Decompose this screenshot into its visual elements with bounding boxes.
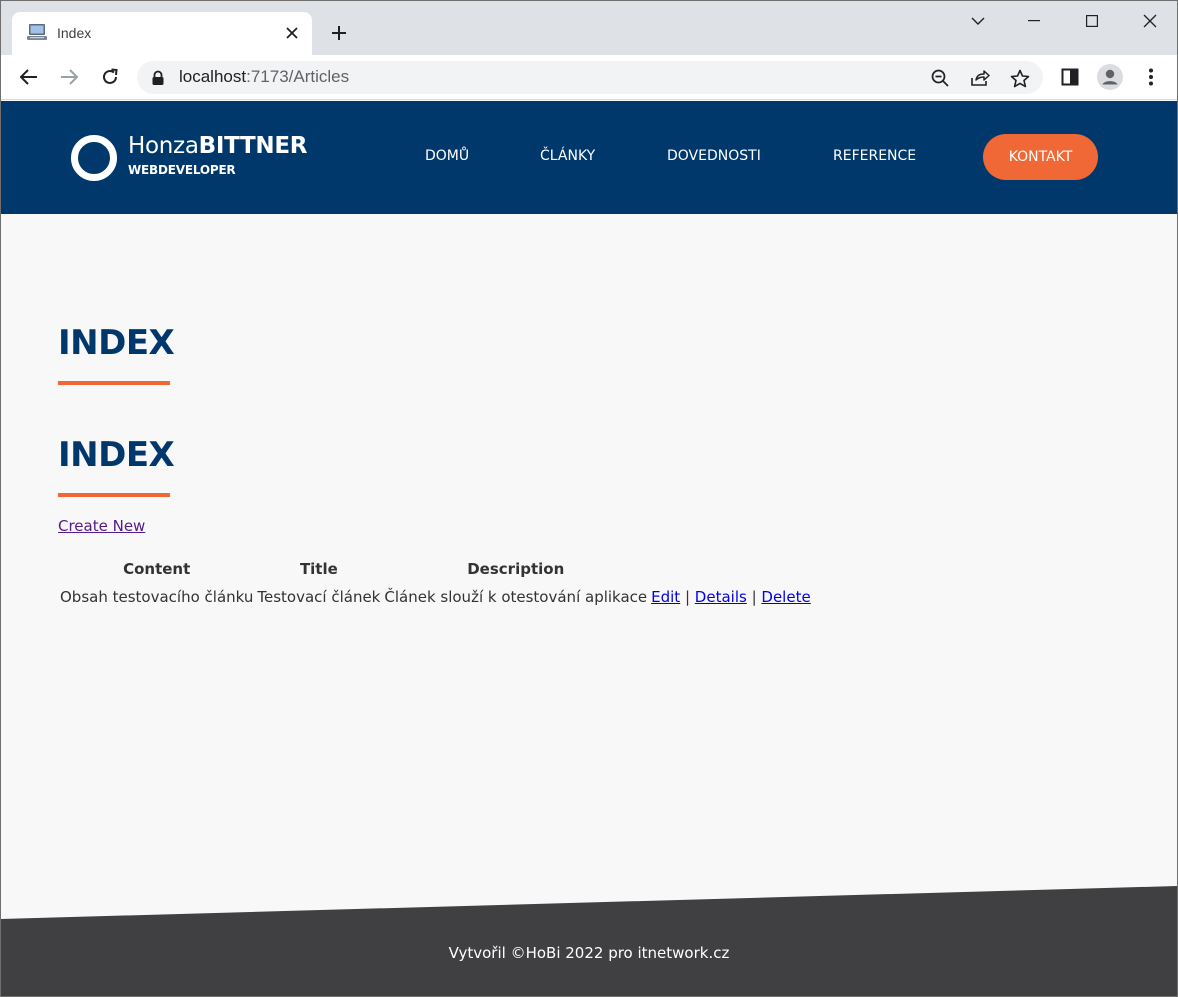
create-new-link[interactable]: Create New bbox=[58, 517, 145, 535]
side-panel-icon[interactable] bbox=[1057, 64, 1083, 90]
details-link[interactable]: Details bbox=[695, 588, 747, 606]
bookmark-star-icon[interactable] bbox=[1009, 67, 1031, 89]
nav-articles[interactable]: ČLÁNKY bbox=[540, 148, 595, 164]
url-text[interactable]: localhost:7173/Articles bbox=[179, 67, 349, 87]
heading-underline bbox=[58, 493, 170, 497]
section-title: INDEX bbox=[58, 435, 175, 475]
close-tab-icon[interactable] bbox=[282, 23, 302, 43]
column-header-title: Title bbox=[299, 560, 338, 578]
computer-icon bbox=[27, 23, 47, 41]
browser-tab[interactable]: Index bbox=[12, 12, 312, 55]
tab-strip: Index bbox=[1, 1, 1177, 55]
footer-background bbox=[1, 886, 1177, 996]
logo-subtitle: WEBDEVELOPER bbox=[128, 163, 236, 177]
column-header-content: Content bbox=[123, 560, 191, 578]
table-row: Obsah testovacího článku Testovací článe… bbox=[58, 582, 813, 612]
nav-home[interactable]: DOMŮ bbox=[425, 148, 469, 164]
main-content: INDEX INDEX Create New Content Title Des… bbox=[1, 214, 1177, 914]
contact-button[interactable]: KONTAKT bbox=[983, 134, 1098, 180]
nav-reference[interactable]: REFERENCE bbox=[833, 148, 916, 164]
edit-link[interactable]: Edit bbox=[651, 588, 680, 606]
page-title: INDEX bbox=[58, 323, 175, 363]
nav-skills[interactable]: DOVEDNOSTI bbox=[667, 148, 761, 164]
menu-dots-icon[interactable] bbox=[1138, 64, 1164, 90]
share-icon[interactable] bbox=[969, 67, 991, 89]
maximize-icon[interactable] bbox=[1077, 7, 1107, 35]
logo-ring-icon[interactable] bbox=[71, 135, 117, 181]
tab-title: Index bbox=[57, 25, 92, 41]
cell-actions: Edit | Details | Delete bbox=[651, 588, 811, 606]
profile-avatar-icon[interactable] bbox=[1097, 64, 1123, 90]
browser-window: Index localhost:7173/Articles HonzaBITTN… bbox=[0, 0, 1178, 997]
logo-name[interactable]: HonzaBITTNER bbox=[128, 133, 308, 159]
delete-link[interactable]: Delete bbox=[761, 588, 810, 606]
reload-icon[interactable] bbox=[97, 64, 123, 90]
cell-content: Obsah testovacího článku bbox=[60, 588, 254, 606]
footer-credit: Vytvořil ©HoBi 2022 pro itnetwork.cz bbox=[448, 944, 730, 962]
close-window-icon[interactable] bbox=[1135, 7, 1165, 35]
table-header-row: Content Title Description bbox=[58, 559, 813, 582]
back-arrow-icon[interactable] bbox=[16, 64, 42, 90]
address-bar[interactable]: localhost:7173/Articles bbox=[137, 61, 1043, 94]
articles-table: Content Title Description Obsah testovac… bbox=[58, 559, 813, 612]
cell-description: Článek slouží k otestování aplikace bbox=[384, 588, 648, 606]
zoom-icon[interactable] bbox=[929, 67, 951, 89]
column-header-description: Description bbox=[467, 560, 565, 578]
site-header: HonzaBITTNER WEBDEVELOPER DOMŮ ČLÁNKY DO… bbox=[1, 101, 1177, 214]
minimize-icon[interactable] bbox=[1019, 7, 1049, 35]
tab-search-chevron-icon[interactable] bbox=[963, 7, 993, 35]
browser-toolbar: localhost:7173/Articles bbox=[1, 55, 1177, 100]
column-header-actions bbox=[649, 559, 813, 582]
lock-icon[interactable] bbox=[151, 70, 165, 86]
new-tab-icon[interactable] bbox=[327, 21, 351, 45]
forward-arrow-icon[interactable] bbox=[56, 64, 82, 90]
cell-title: Testovací článek bbox=[257, 588, 381, 606]
heading-underline bbox=[58, 381, 170, 385]
